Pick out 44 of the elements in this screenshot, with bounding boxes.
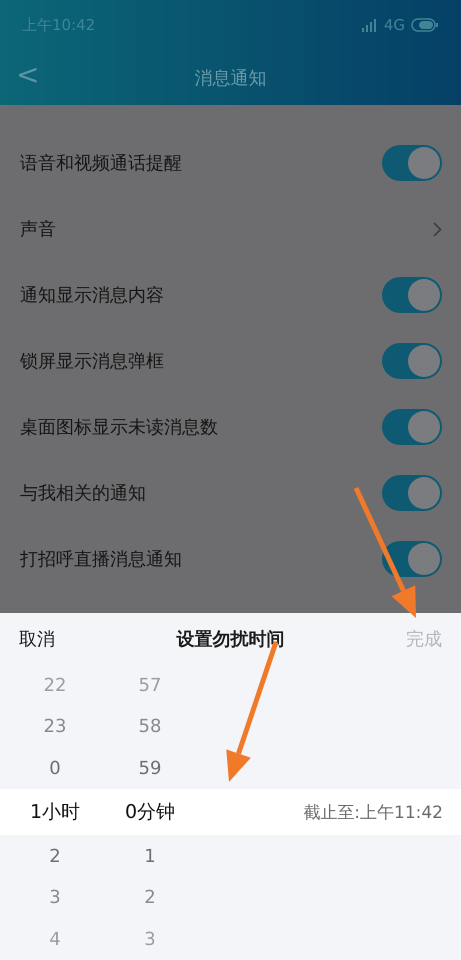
picker-row[interactable]: 22 57 [0,664,461,706]
toggle-switch[interactable] [382,145,442,181]
back-button[interactable]: < [16,58,40,91]
setting-label: 通知显示消息内容 [20,284,164,307]
minute-option[interactable]: 0分钟 [110,799,190,826]
picker-row[interactable]: 23 58 [0,706,461,748]
cancel-button[interactable]: 取消 [19,626,55,651]
hour-option[interactable]: 22 [0,674,110,696]
setting-label: 语音和视频通话提醒 [20,152,182,175]
picker-row[interactable]: 3 2 [0,876,461,918]
minute-option[interactable]: 1 [110,846,190,867]
toggle-switch[interactable] [382,409,442,445]
sheet-title: 设置勿扰时间 [176,628,284,651]
signal-icon [362,18,378,32]
toggle-switch[interactable] [382,277,442,313]
network-type: 4G [384,16,405,34]
minute-option[interactable]: 2 [110,887,190,908]
minute-option[interactable]: 3 [110,928,190,950]
setting-label: 与我相关的通知 [20,482,146,505]
picker-row[interactable]: 2 1 [0,835,461,877]
toggle-switch[interactable] [382,475,442,511]
toggle-switch[interactable] [382,541,442,577]
setting-label: 声音 [20,218,56,241]
selected-picker-row[interactable]: 1小时 0分钟 截止至:上午11:42 [0,788,461,836]
setting-label: 打招呼直播消息通知 [20,548,182,571]
hour-option[interactable]: 1小时 [0,799,110,826]
picker-row[interactable]: 0 59 [0,747,461,789]
minute-option[interactable]: 57 [110,674,190,696]
toggle-switch[interactable] [382,343,442,379]
picker-row[interactable]: 4 3 [0,918,461,960]
page-title: 消息通知 [194,66,266,90]
battery-icon [411,18,439,32]
chevron-right-icon[interactable] [433,222,442,236]
hour-option[interactable]: 23 [0,716,110,738]
setting-label: 锁屏显示消息弹框 [20,350,164,373]
minute-option[interactable]: 59 [110,758,190,779]
setting-label: 桌面图标显示未读消息数 [20,416,218,439]
end-time-text: 截止至:上午11:42 [303,802,444,824]
hour-option[interactable]: 4 [0,928,110,950]
hour-option[interactable]: 2 [0,846,110,867]
minute-option[interactable]: 58 [110,716,190,738]
hour-option[interactable]: 3 [0,887,110,908]
done-button[interactable]: 完成 [406,626,442,651]
hour-option[interactable]: 0 [0,758,110,779]
